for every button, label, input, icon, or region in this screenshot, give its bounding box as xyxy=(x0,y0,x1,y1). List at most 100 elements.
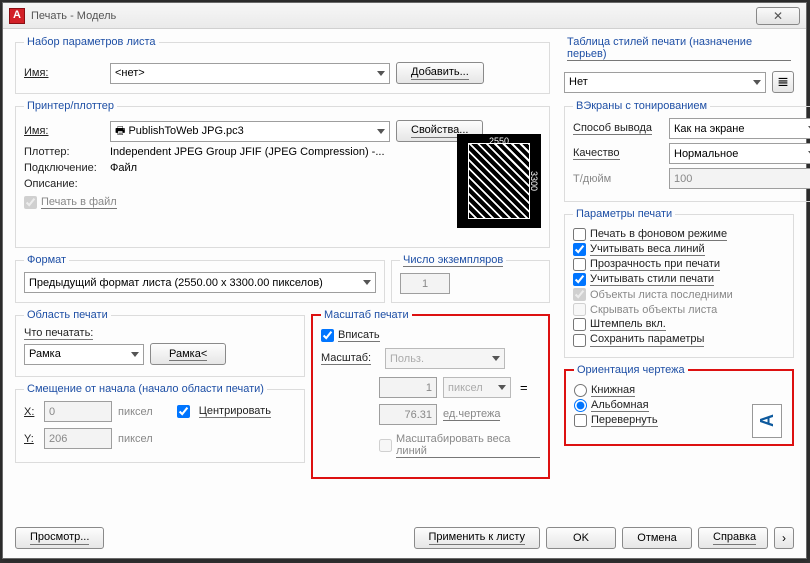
dialog-content: Набор параметров листа Имя: <нет> Добави… xyxy=(15,36,794,516)
plot-area-group: Область печати Что печатать: Рамка Рамка… xyxy=(15,309,305,377)
printer-legend: Принтер/плоттер xyxy=(24,100,117,112)
orientation-legend: Ориентация чертежа xyxy=(574,364,688,376)
offset-y-label: Y: xyxy=(24,433,38,445)
page-setup-group: Набор параметров листа Имя: <нет> Добави… xyxy=(15,36,550,94)
fit-checkbox[interactable] xyxy=(321,329,334,342)
what-plot-label: Что печатать: xyxy=(24,327,93,339)
opt-last-label: Объекты листа последними xyxy=(590,289,733,301)
opt-stamp-checkbox[interactable] xyxy=(573,318,586,331)
orientation-group: Ориентация чертежа Книжная Альбомная Пер… xyxy=(564,364,794,446)
plotter-value: Independent JPEG Group JFIF (JPEG Compre… xyxy=(110,146,385,158)
connection-value: Файл xyxy=(110,162,137,174)
center-label: Центрировать xyxy=(199,405,271,418)
connection-label: Подключение: xyxy=(24,162,104,174)
scale-lw-label: Масштабировать веса линий xyxy=(396,433,540,458)
opt-hide-label: Скрывать объекты листа xyxy=(590,304,717,316)
expand-icon[interactable]: › xyxy=(774,527,794,549)
quality-label: Качество xyxy=(573,147,663,160)
portrait-radio[interactable] xyxy=(574,384,587,397)
offset-x-input xyxy=(44,401,112,422)
opt-transp-checkbox[interactable] xyxy=(573,258,586,271)
offset-y-input xyxy=(44,428,112,449)
opt-bg-label: Печать в фоновом режиме xyxy=(590,228,727,241)
opt-hide-checkbox xyxy=(573,303,586,316)
description-label: Описание: xyxy=(24,178,104,190)
what-plot-select[interactable]: Рамка xyxy=(24,344,144,365)
upside-label: Перевернуть xyxy=(591,414,658,427)
equals-sign: = xyxy=(517,380,531,395)
paper-size-legend: Формат xyxy=(24,254,69,266)
plot-dialog: A Печать - Модель ✕ Набор параметров лис… xyxy=(2,2,807,559)
paper-size-group: Формат Предыдущий формат листа (2550.00 … xyxy=(15,254,385,303)
plot-options-legend: Параметры печати xyxy=(573,208,675,220)
plot-scale-legend: Масштаб печати xyxy=(321,309,412,321)
opt-lw-checkbox[interactable] xyxy=(573,243,586,256)
orientation-icon: A xyxy=(752,404,782,438)
opt-save-checkbox[interactable] xyxy=(573,334,586,347)
plot-area-legend: Область печати xyxy=(24,309,111,321)
copies-input xyxy=(400,273,450,294)
landscape-label: Альбомная xyxy=(591,399,649,412)
copies-group: Число экземпляров xyxy=(391,254,550,303)
offset-x-label: X: xyxy=(24,406,38,418)
window-title: Печать - Модель xyxy=(31,3,116,29)
shaded-legend: ВЭкраны с тонированием xyxy=(573,100,710,112)
cancel-button[interactable]: Отмена xyxy=(622,527,692,549)
shade-method-select[interactable]: Как на экране xyxy=(669,118,810,139)
add-pageset-button[interactable]: Добавить... xyxy=(396,62,484,84)
pageset-name-label: Имя: xyxy=(24,67,104,79)
opt-save-label: Сохранить параметры xyxy=(590,333,704,346)
plot-styles-legend: Таблица стилей печати (назначение перьев… xyxy=(564,36,794,61)
print-to-file-checkbox xyxy=(24,196,37,209)
quality-select[interactable]: Нормальное xyxy=(669,143,810,164)
opt-styles-checkbox[interactable] xyxy=(573,273,586,286)
preview-height: 3300 xyxy=(529,134,539,228)
scale-num-input xyxy=(379,377,437,398)
paper-size-select[interactable]: Предыдущий формат листа (2550.00 x 3300.… xyxy=(24,272,376,293)
upside-checkbox[interactable] xyxy=(574,414,587,427)
print-to-file-label: Печать в файл xyxy=(41,196,117,209)
drawing-units-label: ед.чертежа xyxy=(443,408,500,421)
landscape-radio[interactable] xyxy=(574,399,587,412)
apply-button[interactable]: Применить к листу xyxy=(414,527,541,549)
help-button[interactable]: Справка xyxy=(698,527,768,549)
printer-name-label: Имя: xyxy=(24,125,104,137)
scale-label: Масштаб: xyxy=(321,352,379,365)
bottom-button-bar: Просмотр... Применить к листу OK Отмена … xyxy=(15,526,794,550)
plotter-label: Плоттер: xyxy=(24,146,104,158)
center-checkbox[interactable] xyxy=(177,405,190,418)
opt-last-checkbox xyxy=(573,288,586,301)
ok-button[interactable]: OK xyxy=(546,527,616,549)
opt-styles-label: Учитывать стили печати xyxy=(590,273,714,286)
copies-legend: Число экземпляров xyxy=(400,254,506,267)
offset-legend: Смещение от начала (начало области печат… xyxy=(24,383,267,395)
window-pick-button[interactable]: Рамка< xyxy=(150,343,226,365)
printer-name-select[interactable]: 🖶 PublishToWeb JPG.pc3 xyxy=(110,121,390,142)
fit-label: Вписать xyxy=(338,329,380,342)
scale-lw-checkbox xyxy=(379,439,392,452)
preview-button[interactable]: Просмотр... xyxy=(15,527,104,549)
titlebar: A Печать - Модель ✕ xyxy=(3,3,806,29)
portrait-label: Книжная xyxy=(591,384,635,397)
page-setup-legend: Набор параметров листа xyxy=(24,36,159,48)
plot-options-group: Параметры печати Печать в фоновом режиме… xyxy=(564,208,794,358)
drawing-units-input xyxy=(379,404,437,425)
opt-bg-checkbox[interactable] xyxy=(573,228,586,241)
close-button[interactable]: ✕ xyxy=(756,7,800,25)
opt-transp-label: Прозрачность при печати xyxy=(590,258,720,271)
dpi-label: Т/дюйм xyxy=(573,173,663,185)
shade-method-label: Способ вывода xyxy=(573,122,663,135)
plot-style-select[interactable]: Нет xyxy=(564,72,766,93)
pageset-name-select[interactable]: <нет> xyxy=(110,63,390,84)
printer-group: Принтер/плоттер Имя: 🖶 PublishToWeb JPG.… xyxy=(15,100,550,248)
plot-style-edit-icon[interactable]: 𝌆 xyxy=(772,71,794,93)
scale-select: Польз. xyxy=(385,348,505,369)
app-icon: A xyxy=(9,8,25,24)
offset-x-unit: пиксел xyxy=(118,406,153,418)
offset-group: Смещение от начала (начало области печат… xyxy=(15,383,305,463)
offset-y-unit: пиксел xyxy=(118,433,153,445)
opt-lw-label: Учитывать веса линий xyxy=(590,243,705,256)
shaded-viewport-group: ВЭкраны с тонированием Способ вывода Как… xyxy=(564,100,810,202)
scale-unit-select: пиксел xyxy=(443,377,511,398)
paper-preview: 2550 3300 xyxy=(457,134,541,228)
